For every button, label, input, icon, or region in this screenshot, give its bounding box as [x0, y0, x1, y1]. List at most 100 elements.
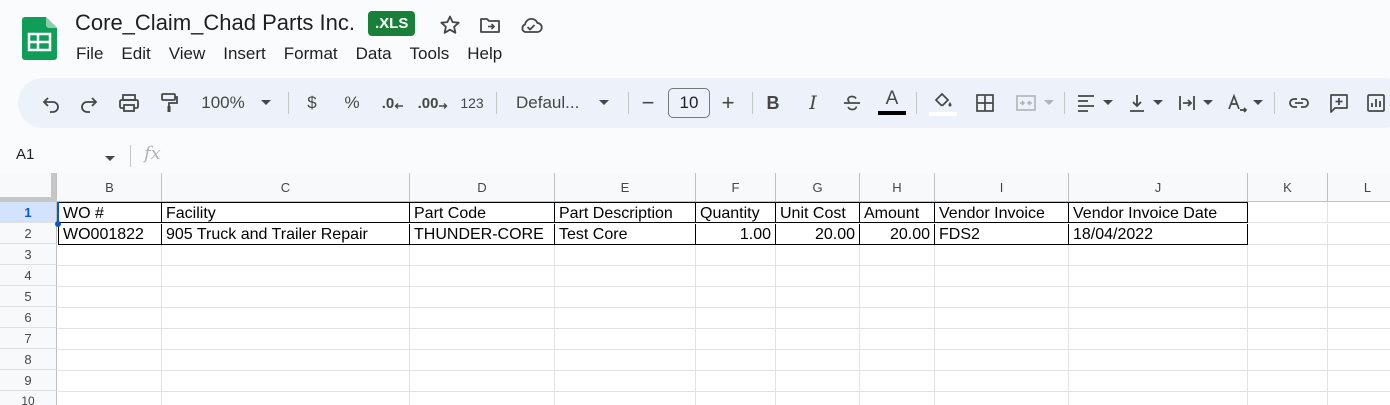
borders-icon[interactable] — [970, 78, 1000, 128]
empty-cell[interactable] — [1069, 245, 1248, 266]
empty-cell[interactable] — [1248, 392, 1328, 405]
empty-cell[interactable] — [860, 371, 935, 392]
empty-cell[interactable] — [1069, 266, 1248, 287]
empty-cell[interactable] — [555, 350, 696, 371]
empty-cell[interactable] — [776, 287, 860, 308]
bold-button[interactable]: B — [762, 78, 784, 128]
empty-cell[interactable] — [696, 287, 776, 308]
column-header-d[interactable]: D — [410, 173, 555, 202]
empty-cell[interactable] — [555, 329, 696, 350]
column-header-f[interactable]: F — [696, 173, 776, 202]
empty-cell[interactable] — [555, 392, 696, 405]
empty-cell[interactable] — [776, 245, 860, 266]
empty-cell[interactable] — [555, 308, 696, 329]
fill-color-icon[interactable] — [928, 78, 958, 128]
empty-cell[interactable] — [1248, 350, 1328, 371]
empty-cell[interactable] — [935, 350, 1069, 371]
undo-icon[interactable] — [36, 78, 66, 128]
empty-cell[interactable] — [555, 245, 696, 266]
column-header-b[interactable]: B — [58, 173, 162, 202]
row-header-9[interactable]: 9 — [0, 370, 57, 391]
empty-cell[interactable] — [1069, 308, 1248, 329]
increase-decimal-button[interactable]: .00 — [416, 78, 450, 128]
empty-cell[interactable] — [410, 329, 555, 350]
empty-cell[interactable] — [1328, 392, 1390, 405]
empty-cell[interactable] — [410, 308, 555, 329]
cell-d2[interactable]: THUNDER-CORE — [410, 224, 555, 245]
empty-cell[interactable] — [1069, 329, 1248, 350]
column-header-k[interactable]: K — [1248, 173, 1328, 202]
empty-cell[interactable] — [1069, 371, 1248, 392]
cell-e2[interactable]: Test Core — [555, 224, 696, 245]
empty-cell[interactable] — [696, 350, 776, 371]
empty-cell[interactable] — [58, 287, 162, 308]
empty-cell[interactable] — [776, 308, 860, 329]
empty-cell[interactable] — [696, 371, 776, 392]
sheets-logo-icon[interactable] — [22, 17, 57, 60]
column-header-c[interactable]: C — [162, 173, 410, 202]
menu-edit[interactable]: Edit — [112, 42, 159, 66]
cell-h2[interactable]: 20.00 — [860, 224, 935, 245]
row-header-2[interactable]: 2 — [0, 223, 57, 244]
redo-icon[interactable] — [74, 78, 104, 128]
empty-cell[interactable] — [1328, 245, 1390, 266]
cell-g1[interactable]: Unit Cost — [776, 202, 860, 223]
text-rotation-icon[interactable] — [1224, 78, 1250, 128]
column-header-h[interactable]: H — [860, 173, 935, 202]
empty-cell[interactable] — [1248, 266, 1328, 287]
paint-format-icon[interactable] — [154, 78, 184, 128]
empty-cell[interactable] — [58, 329, 162, 350]
empty-cell[interactable] — [1069, 350, 1248, 371]
empty-cell[interactable] — [58, 350, 162, 371]
document-title[interactable]: Core_Claim_Chad Parts Inc. — [75, 10, 355, 36]
empty-cell[interactable] — [1328, 287, 1390, 308]
empty-cell[interactable] — [162, 329, 410, 350]
vertical-align-icon[interactable] — [1124, 78, 1150, 128]
merge-cells-icon[interactable] — [1012, 78, 1040, 128]
empty-cell[interactable] — [1328, 350, 1390, 371]
font-size-input[interactable]: 10 — [668, 88, 710, 118]
column-header-e[interactable]: E — [555, 173, 696, 202]
horizontal-align-icon[interactable] — [1072, 78, 1100, 128]
empty-cell[interactable] — [410, 371, 555, 392]
column-header-l[interactable]: L — [1328, 173, 1390, 202]
empty-cell[interactable] — [860, 308, 935, 329]
cloud-status-icon[interactable] — [518, 13, 543, 37]
empty-cell[interactable] — [1328, 308, 1390, 329]
selection-handle[interactable] — [55, 221, 61, 227]
empty-cell[interactable] — [1328, 329, 1390, 350]
empty-cell[interactable] — [696, 329, 776, 350]
empty-cell[interactable] — [555, 371, 696, 392]
empty-cell[interactable] — [162, 266, 410, 287]
zoom-dropdown-icon[interactable] — [256, 78, 276, 128]
empty-cell[interactable] — [162, 350, 410, 371]
empty-cell[interactable] — [776, 350, 860, 371]
empty-cell[interactable] — [860, 329, 935, 350]
column-header-i[interactable]: I — [935, 173, 1069, 202]
font-family-select[interactable]: Defaul... — [508, 78, 594, 128]
empty-cell[interactable] — [696, 266, 776, 287]
empty-cell[interactable] — [162, 371, 410, 392]
empty-cell[interactable] — [1248, 329, 1328, 350]
cell-i1[interactable]: Vendor Invoice — [935, 202, 1069, 223]
row-header-6[interactable]: 6 — [0, 307, 57, 328]
empty-cell[interactable] — [555, 287, 696, 308]
cell-g2[interactable]: 20.00 — [776, 224, 860, 245]
cell-e1[interactable]: Part Description — [555, 202, 696, 223]
empty-cell[interactable] — [1248, 224, 1328, 245]
empty-cell[interactable] — [1328, 266, 1390, 287]
empty-cell[interactable] — [162, 287, 410, 308]
name-box-dropdown-icon[interactable] — [104, 150, 116, 168]
empty-cell[interactable] — [1248, 202, 1328, 223]
empty-cell[interactable] — [1248, 308, 1328, 329]
formula-input[interactable] — [180, 144, 1360, 168]
star-icon[interactable] — [438, 13, 462, 37]
empty-cell[interactable] — [1248, 287, 1328, 308]
empty-cell[interactable] — [696, 392, 776, 405]
menu-help[interactable]: Help — [458, 42, 511, 66]
cell-b2[interactable]: WO001822 — [58, 224, 162, 245]
strikethrough-icon[interactable] — [840, 78, 864, 128]
empty-cell[interactable] — [555, 266, 696, 287]
cell-c1[interactable]: Facility — [162, 202, 410, 223]
font-dropdown-icon[interactable] — [594, 78, 614, 128]
